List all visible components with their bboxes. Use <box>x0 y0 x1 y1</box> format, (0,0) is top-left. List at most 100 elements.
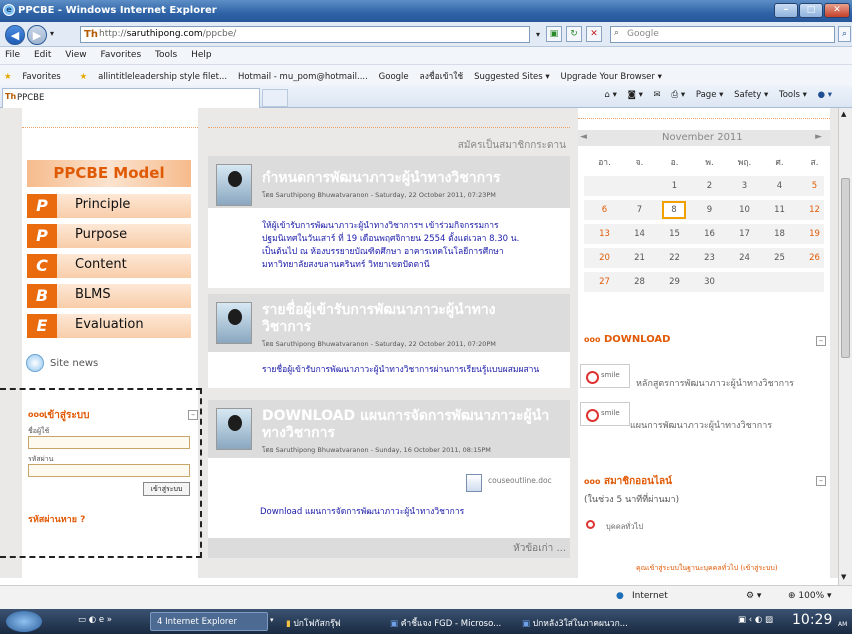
mail-icon[interactable]: ✉ <box>654 90 661 100</box>
back-button[interactable]: ◀ <box>5 25 25 45</box>
minimize-button[interactable]: – <box>774 3 798 18</box>
calendar-day[interactable]: 23 <box>693 249 726 267</box>
model-item-content[interactable]: C Content <box>27 254 191 278</box>
online-user[interactable]: บุคคลทั่วไป <box>606 521 643 533</box>
fav-link-3[interactable]: Google <box>379 72 409 82</box>
tray-icons[interactable]: ▣ ‹ ◐ ▨ <box>738 615 773 625</box>
calendar-day[interactable]: 9 <box>693 201 726 219</box>
menu-favorites[interactable]: Favorites <box>100 50 141 60</box>
close-button[interactable]: ✕ <box>824 3 850 18</box>
scroll-thumb[interactable] <box>841 178 850 358</box>
compatibility-icon[interactable]: ▣ <box>546 26 562 42</box>
calendar-day[interactable]: 28 <box>623 273 656 291</box>
footer-login-status[interactable]: คุณเข้าสู่ระบบในฐานะบุคคลทั่วไป (เข้าสู่… <box>636 563 778 574</box>
new-tab-button[interactable] <box>262 89 288 107</box>
calendar-day[interactable]: 6 <box>588 201 621 219</box>
calendar-day[interactable]: 29 <box>658 273 691 291</box>
scroll-down-icon[interactable]: ▼ <box>841 573 846 581</box>
page-menu[interactable]: Page ▾ <box>696 90 724 100</box>
tools-menu[interactable]: Tools ▾ <box>779 90 807 100</box>
calendar-day[interactable]: 12 <box>798 201 831 219</box>
calendar-day[interactable]: 18 <box>763 225 796 243</box>
calendar-day[interactable]: 24 <box>728 249 761 267</box>
online-collapse-icon[interactable]: – <box>816 476 826 486</box>
fav-link-4[interactable]: ลงชื่อเข้าใช้ <box>420 72 464 82</box>
calendar-day[interactable]: 10 <box>728 201 761 219</box>
taskbar-item[interactable]: ▣ คำชี้แจง FGD - Microso... <box>384 612 512 631</box>
safety-menu[interactable]: Safety ▾ <box>734 90 768 100</box>
taskbar-item[interactable]: 4 Internet Explorer <box>150 612 268 631</box>
login-button[interactable]: เข้าสู่ระบบ <box>143 482 190 496</box>
address-input[interactable]: Th http://saruthipong.com/ppcbe/ <box>80 26 530 43</box>
vertical-scrollbar[interactable]: ▲ ▼ <box>838 108 852 585</box>
post-line[interactable]: เป็นต้นไป ณ ห้องบรรยายบัณฑิตศึกษา อาคารเ… <box>262 246 570 259</box>
calendar-day[interactable]: 11 <box>763 201 796 219</box>
calendar-day[interactable]: 13 <box>588 225 621 243</box>
fav-link-1[interactable]: allintitleleadership style filet... <box>98 72 227 82</box>
protected-mode-icon[interactable]: ⚙ ▾ <box>746 591 761 601</box>
site-news-link[interactable]: Site news <box>50 358 98 369</box>
older-posts-link[interactable]: หัวข้อเก่า ... <box>513 541 566 556</box>
model-item-principle[interactable]: P Principle <box>27 194 191 218</box>
attachment-link[interactable]: couseoutline.doc <box>488 474 552 487</box>
calendar-day[interactable]: 7 <box>623 201 656 219</box>
add-favorite-icon[interactable]: ★ <box>80 72 88 82</box>
home-icon[interactable]: ⌂ ▾ <box>605 90 617 100</box>
scroll-up-icon[interactable]: ▲ <box>841 110 846 118</box>
post-line[interactable]: Download แผนการจัดการพัฒนาภาวะผู้นำทางวิ… <box>260 506 464 519</box>
calendar-day[interactable]: 17 <box>728 225 761 243</box>
download-link[interactable]: แผนการพัฒนาภาวะผู้นำทางวิชาการ <box>630 418 772 432</box>
forward-button[interactable]: ▶ <box>27 25 47 45</box>
password-field[interactable] <box>28 464 190 477</box>
calendar-day[interactable]: 4 <box>763 177 796 195</box>
post-title-line2[interactable]: วิชาการ <box>262 319 311 336</box>
post-title[interactable]: DOWNLOAD แผนการจัดการพัฒนาภาวะผู้นำ <box>262 408 549 425</box>
stop-icon[interactable]: ✕ <box>586 26 602 42</box>
forgot-password-link[interactable]: รหัสผ่านหาย ? <box>28 512 85 526</box>
taskbar-group-icon[interactable]: ▾ <box>270 616 274 624</box>
calendar-day[interactable]: 2 <box>693 177 726 195</box>
post-title[interactable]: กำหนดการพัฒนาภาวะผู้นำทางวิชาการ <box>262 170 501 187</box>
model-item-purpose[interactable]: P Purpose <box>27 224 191 248</box>
history-dropdown-icon[interactable]: ▾ <box>50 29 54 38</box>
calendar-day[interactable]: 27 <box>588 273 621 291</box>
search-input[interactable]: ⌕ Google <box>610 26 835 43</box>
tab-ppcbe[interactable]: Th PPCBE <box>2 88 260 108</box>
calendar-day[interactable]: 5 <box>798 177 831 195</box>
taskbar-item[interactable]: ▣ ปกหลัง3ใส่ในภาคผนวก... <box>516 612 666 631</box>
model-item-evaluation[interactable]: E Evaluation <box>27 314 191 338</box>
refresh-icon[interactable]: ↻ <box>566 26 582 42</box>
menu-file[interactable]: File <box>5 50 20 60</box>
feeds-icon[interactable]: ◙ ▾ <box>628 90 643 100</box>
post-line[interactable]: ปฐมนิเทศในวันเสาร์ ที่ 19 เดือนพฤศจิกายน… <box>262 233 570 246</box>
calendar-day[interactable]: 19 <box>798 225 831 243</box>
calendar-day[interactable]: 25 <box>763 249 796 267</box>
calendar-day[interactable]: 8 <box>662 201 686 219</box>
favorites-button[interactable]: ★ Favorites <box>4 72 69 82</box>
post-title[interactable]: รายชื่อผู้เข้ารับการพัฒนาภาวะผู้นำทาง <box>262 302 496 319</box>
download-collapse-icon[interactable]: – <box>816 336 826 346</box>
menu-view[interactable]: View <box>65 50 86 60</box>
post-title-line2[interactable]: ทางวิชาการ <box>262 425 335 442</box>
calendar-day[interactable]: 15 <box>658 225 691 243</box>
post-line[interactable]: รายชื่อผู้เข้ารับการพัฒนาภาวะผู้นำทางวิช… <box>262 364 570 377</box>
fav-link-5[interactable]: Suggested Sites ▾ <box>474 72 550 82</box>
calendar-day[interactable]: 14 <box>623 225 656 243</box>
address-dropdown-icon[interactable]: ▾ <box>536 30 540 39</box>
fav-link-6[interactable]: Upgrade Your Browser ▾ <box>561 72 662 82</box>
search-go-icon[interactable]: ⌕ <box>838 26 851 42</box>
calendar-day[interactable]: 3 <box>728 177 761 195</box>
menu-tools[interactable]: Tools <box>155 50 177 60</box>
calendar-day[interactable]: 21 <box>623 249 656 267</box>
calendar-prev-button[interactable]: ◄ <box>580 132 587 142</box>
post-line[interactable]: ให้ผู้เข้ารับการพัฒนาภาวะผู้นำทางวิชาการ… <box>262 220 570 233</box>
calendar-day[interactable]: 26 <box>798 249 831 267</box>
calendar-day[interactable]: 16 <box>693 225 726 243</box>
calendar-day[interactable]: 1 <box>658 177 691 195</box>
calendar-day[interactable]: 30 <box>693 273 726 291</box>
menu-help[interactable]: Help <box>191 50 212 60</box>
menu-edit[interactable]: Edit <box>34 50 51 60</box>
model-item-blms[interactable]: B BLMS <box>27 284 191 308</box>
help-icon[interactable]: ● ▾ <box>818 90 832 100</box>
fav-link-2[interactable]: Hotmail - mu_pom@hotmail.... <box>238 72 368 82</box>
